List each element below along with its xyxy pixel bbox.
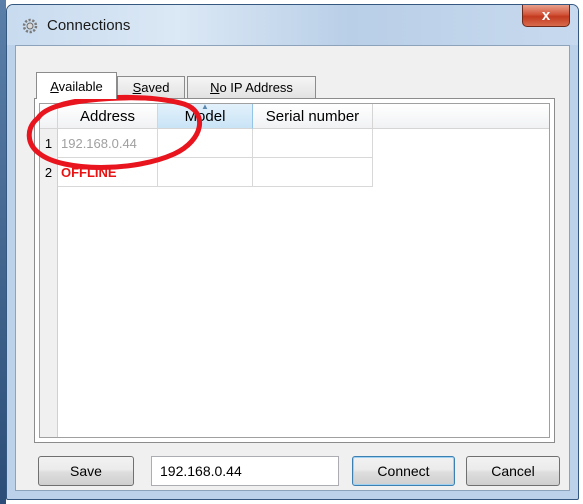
offline-status: OFFLINE xyxy=(61,164,117,180)
column-header-serial-label: Serial number xyxy=(265,107,360,125)
tab-saved-label: aved xyxy=(141,80,170,95)
column-header-address[interactable]: Address xyxy=(58,104,158,129)
row-number: 2 xyxy=(44,165,53,180)
cancel-button[interactable]: Cancel xyxy=(466,456,560,486)
tab-available-label: vailable xyxy=(58,78,103,94)
address-value: 192.168.0.44 xyxy=(61,135,137,151)
column-header-filler xyxy=(373,104,549,129)
connect-button[interactable]: Connect xyxy=(352,456,455,486)
title-bar[interactable]: Connections x xyxy=(7,5,578,45)
table-cell-address[interactable]: OFFLINE xyxy=(58,158,158,187)
tab-available[interactable]: Available xyxy=(36,72,117,99)
gear-icon xyxy=(22,18,38,34)
sort-ascending-icon: ▲ xyxy=(201,102,209,111)
table-cell-model[interactable] xyxy=(158,158,253,187)
ip-address-field[interactable] xyxy=(151,456,339,486)
corner-header xyxy=(40,104,58,129)
tab-no-ip-label: o IP Address xyxy=(219,80,293,95)
table-cell-serial[interactable] xyxy=(253,129,373,158)
tab-available-mnemonic: A xyxy=(50,78,59,94)
row-number: 1 xyxy=(44,136,53,151)
save-button[interactable]: Save xyxy=(38,456,134,486)
dialog-body: Available Saved No IP Address Address ▲ … xyxy=(15,45,570,491)
connections-table[interactable]: Address ▲ Model Serial number 1 192.168.… xyxy=(39,103,550,438)
tab-panel-available: Address ▲ Model Serial number 1 192.168.… xyxy=(34,98,555,443)
column-header-model[interactable]: ▲ Model xyxy=(158,102,253,129)
tab-saved[interactable]: Saved xyxy=(117,76,185,98)
close-icon: x xyxy=(541,7,551,24)
tab-saved-mnemonic: S xyxy=(132,80,142,95)
table-cell-address[interactable]: 192.168.0.44 xyxy=(58,129,158,158)
window-title: Connections xyxy=(47,17,131,34)
table-cell-serial[interactable] xyxy=(253,158,373,187)
close-button[interactable]: x xyxy=(522,5,570,27)
connections-dialog: Connections x Available Saved No IP Addr… xyxy=(6,4,579,500)
tab-no-ip-address[interactable]: No IP Address xyxy=(187,76,316,98)
column-header-address-label: Address xyxy=(79,107,136,125)
table-cell-model[interactable] xyxy=(158,129,253,158)
column-header-serial-number[interactable]: Serial number xyxy=(253,104,373,129)
